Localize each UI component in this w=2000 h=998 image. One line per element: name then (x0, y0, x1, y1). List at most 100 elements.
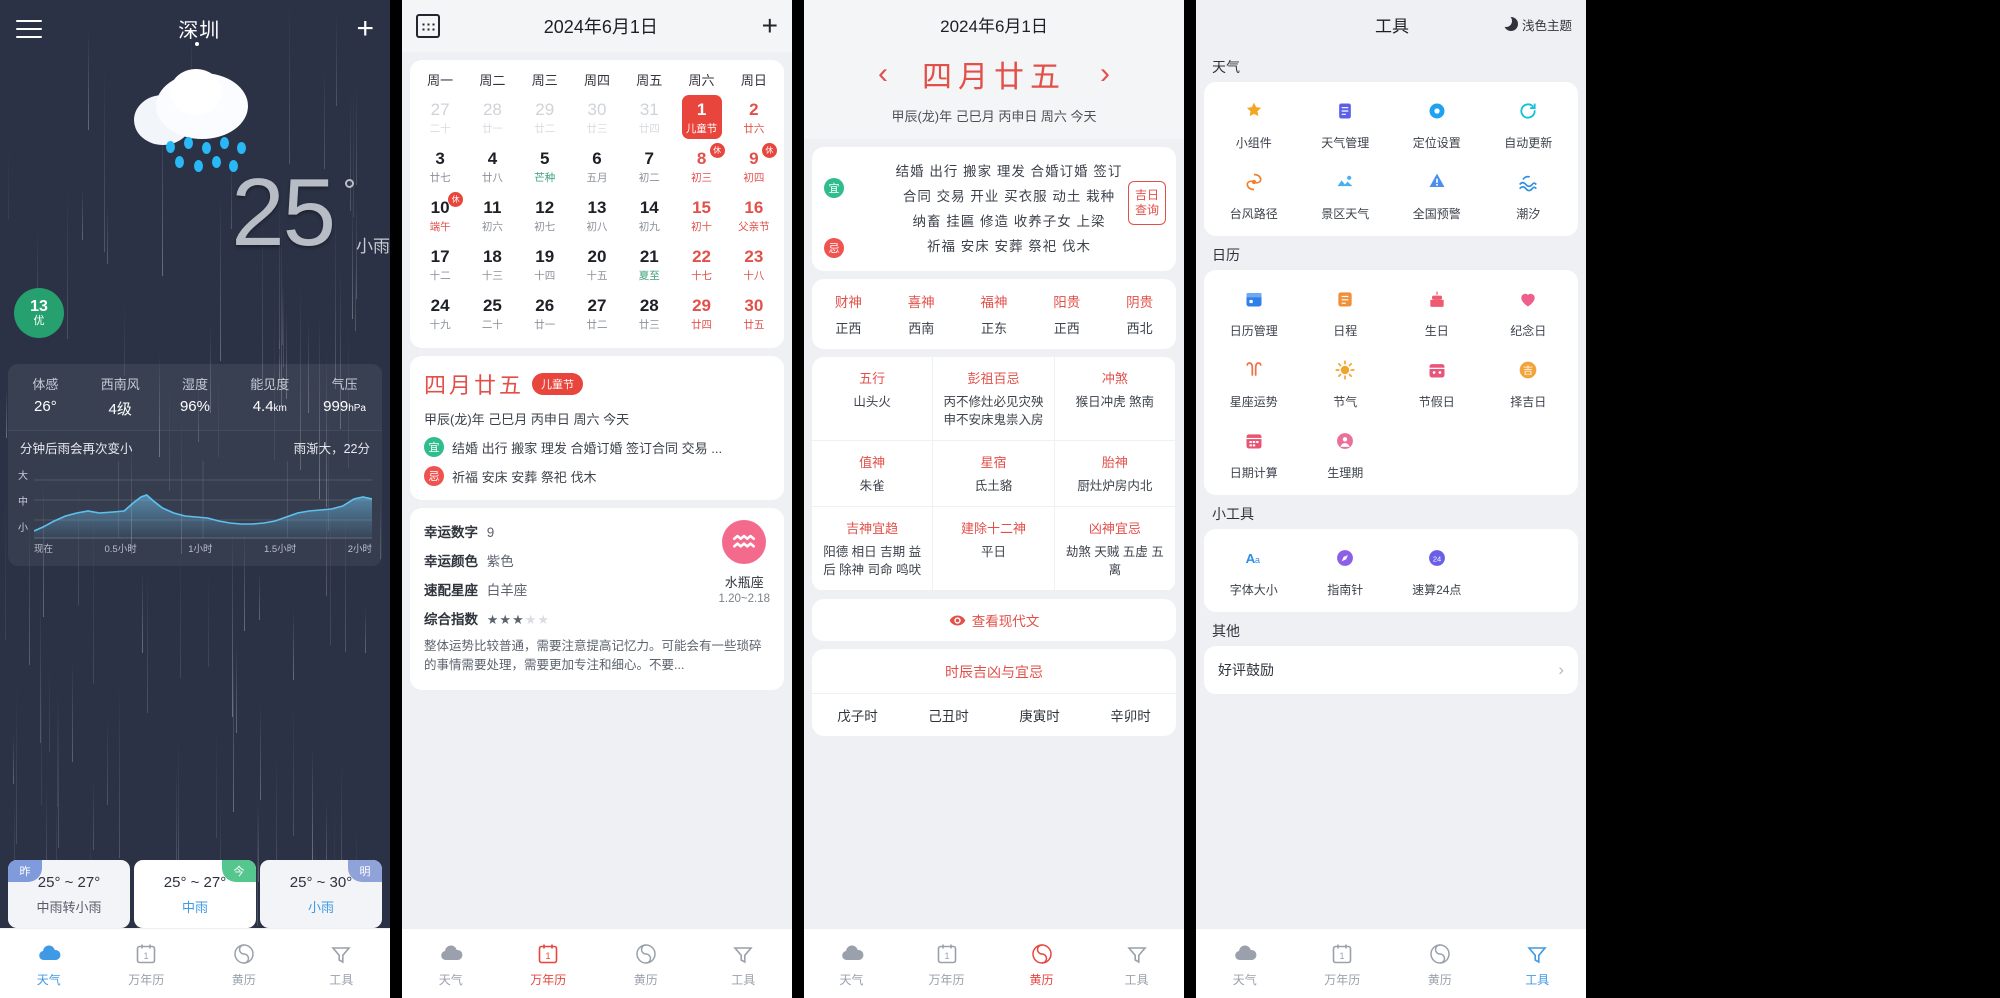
chevron-left-icon[interactable]: ‹ (878, 59, 888, 89)
nav-item-黄历[interactable]: 黄历 (195, 940, 293, 988)
tool-item-生理期[interactable]: 生理期 (1300, 424, 1392, 481)
tool-item-潮汐[interactable]: 潮汐 (1483, 165, 1575, 222)
shichen-item[interactable]: 庚寅时 (994, 694, 1085, 736)
nav-item-黄历[interactable]: 黄历 (597, 940, 695, 988)
calendar-day[interactable]: 21 夏至 (623, 240, 675, 289)
calendar-day[interactable]: 20 十五 (571, 240, 623, 289)
hamburger-icon[interactable] (16, 20, 42, 38)
calendar-day[interactable]: 22 十七 (675, 240, 727, 289)
tool-item-景区天气[interactable]: 景区天气 (1300, 165, 1392, 222)
calendar-day[interactable]: 30 廿三 (571, 93, 623, 142)
calendar-day[interactable]: 27 廿二 (571, 289, 623, 338)
horoscope-card[interactable]: 水瓶座 1.20~2.18 幸运数字 9 幸运颜色 紫色 速配星座 白羊座 综合… (410, 508, 784, 690)
calendar-day[interactable]: 4 廿八 (466, 142, 518, 191)
nav-item-万年历[interactable]: 1 万年历 (899, 940, 994, 988)
calendar-day[interactable]: 29 廿四 (675, 289, 727, 338)
nav-item-黄历[interactable]: 黄历 (1391, 940, 1489, 988)
calendar-day[interactable]: 12 初七 (519, 191, 571, 240)
tool-item-节气[interactable]: 节气 (1300, 353, 1392, 410)
calendar-day[interactable]: 17 十二 (414, 240, 466, 289)
tool-item-日程[interactable]: 日程 (1300, 282, 1392, 339)
calendar-day[interactable]: 13 初八 (571, 191, 623, 240)
plus-icon[interactable]: + (762, 14, 778, 38)
calendar-day[interactable]: 24 十九 (414, 289, 466, 338)
calendar-grid-icon[interactable] (416, 14, 440, 38)
shichen-row: 戊子时 己丑时 庚寅时 辛卯时 (812, 693, 1176, 736)
calendar-day[interactable]: 16 父亲节 (728, 191, 780, 240)
nav-item-label: 黄历 (195, 971, 293, 988)
nav-item-万年历[interactable]: 1 万年历 (98, 940, 196, 988)
forecast-card[interactable]: 今 25° ~ 27° 中雨 (134, 860, 256, 928)
calendar-day[interactable]: 5 芒种 (519, 142, 571, 191)
calendar-day[interactable]: 6 五月 (571, 142, 623, 191)
calendar-day[interactable]: 1 儿童节 (675, 93, 727, 142)
aqi-badge[interactable]: 13 优 (14, 288, 64, 338)
nav-item-万年历[interactable]: 1 万年历 (500, 940, 598, 988)
nav-item-天气[interactable]: 天气 (804, 940, 899, 988)
lucky-day-query-button[interactable]: 吉日 查询 (1128, 181, 1166, 225)
shichen-item[interactable]: 辛卯时 (1085, 694, 1176, 736)
lunar-info-card[interactable]: 四月廿五 儿童节 甲辰(龙)年 己巳月 丙申日 周六 今天 宜 结婚 出行 搬家… (410, 356, 784, 500)
calendar-day[interactable]: 2 廿六 (728, 93, 780, 142)
tool-item-自动更新[interactable]: 自动更新 (1483, 94, 1575, 151)
calendar-day[interactable]: 19 十四 (519, 240, 571, 289)
tool-item-台风路径[interactable]: 台风路径 (1208, 165, 1300, 222)
nav-item-天气[interactable]: 天气 (402, 940, 500, 988)
tool-item-日期计算[interactable]: 日期计算 (1208, 424, 1300, 481)
calendar-day[interactable]: 27 二十 (414, 93, 466, 142)
plus-icon[interactable]: + (356, 19, 374, 39)
almanac-cell-name: 五行 (818, 368, 926, 387)
city-name[interactable]: 深圳 (178, 14, 220, 43)
view-modern-text-button[interactable]: 查看现代文 (812, 599, 1176, 641)
tool-item-纪念日[interactable]: 纪念日 (1483, 282, 1575, 339)
tool-item-生日[interactable]: 生日 (1391, 282, 1483, 339)
calendar-day[interactable]: 休 8 初三 (675, 142, 727, 191)
shichen-item[interactable]: 戊子时 (812, 694, 903, 736)
calendar-day[interactable]: 31 廿四 (623, 93, 675, 142)
nav-item-工具[interactable]: 工具 (695, 940, 793, 988)
nav-item-黄历[interactable]: 黄历 (994, 940, 1089, 988)
calendar-day[interactable]: 28 廿三 (623, 289, 675, 338)
forecast-card[interactable]: 明 25° ~ 30° 小雨 (260, 860, 382, 928)
gods-row: 财神 正西 喜神 西南 福神 正东 阳贵 正西 阴贵 西北 (812, 279, 1176, 349)
tool-item-小组件[interactable]: 小组件 (1208, 94, 1300, 151)
nav-item-天气[interactable]: 天气 (0, 940, 98, 988)
calendar-day[interactable]: 3 廿七 (414, 142, 466, 191)
tool-item-全国预警[interactable]: 全国预警 (1391, 165, 1483, 222)
calendar-day[interactable]: 30 廿五 (728, 289, 780, 338)
shichen-item[interactable]: 己丑时 (903, 694, 994, 736)
tool-item-日历管理[interactable]: 日历管理 (1208, 282, 1300, 339)
tool-item-节假日[interactable]: 节假日 (1391, 353, 1483, 410)
calendar-day[interactable]: 7 初二 (623, 142, 675, 191)
tool-item-天气管理[interactable]: 天气管理 (1300, 94, 1392, 151)
tool-item-定位设置[interactable]: 定位设置 (1391, 94, 1483, 151)
tool-item-择吉日[interactable]: 吉 择吉日 (1483, 353, 1575, 410)
lucky-number-label: 幸运数字 (424, 525, 478, 540)
theme-toggle[interactable]: 浅色主题 (1504, 15, 1572, 34)
nav-item-工具[interactable]: 工具 (1089, 940, 1184, 988)
tool-item-速算24点[interactable]: 24 速算24点 (1391, 541, 1483, 598)
calendar-day[interactable]: 18 十三 (466, 240, 518, 289)
other-item-row[interactable]: 好评鼓励 › (1204, 646, 1578, 694)
tool-section-title: 天气 (1196, 48, 1586, 82)
calendar-day[interactable]: 29 廿二 (519, 93, 571, 142)
calendar-day[interactable]: 14 初九 (623, 191, 675, 240)
nav-item-天气[interactable]: 天气 (1196, 940, 1294, 988)
forecast-card[interactable]: 昨 25° ~ 27° 中雨转小雨 (8, 860, 130, 928)
calendar-day[interactable]: 11 初六 (466, 191, 518, 240)
nav-item-工具[interactable]: 工具 (293, 940, 391, 988)
tool-item-星座运势[interactable]: 星座运势 (1208, 353, 1300, 410)
calendar-day[interactable]: 26 廿一 (519, 289, 571, 338)
chevron-right-icon[interactable]: › (1100, 59, 1110, 89)
calendar-day[interactable]: 15 初十 (675, 191, 727, 240)
tool-item-指南针[interactable]: 指南针 (1300, 541, 1392, 598)
nav-item-万年历[interactable]: 1 万年历 (1294, 940, 1392, 988)
tool-item-字体大小[interactable]: Aa 字体大小 (1208, 541, 1300, 598)
nav-item-工具[interactable]: 工具 (1489, 940, 1587, 988)
calendar-day[interactable]: 25 二十 (466, 289, 518, 338)
god-name: 财神 (812, 291, 885, 311)
calendar-day[interactable]: 休 9 初四 (728, 142, 780, 191)
calendar-day[interactable]: 23 十八 (728, 240, 780, 289)
calendar-day[interactable]: 28 廿一 (466, 93, 518, 142)
calendar-day[interactable]: 休 10 端午 (414, 191, 466, 240)
